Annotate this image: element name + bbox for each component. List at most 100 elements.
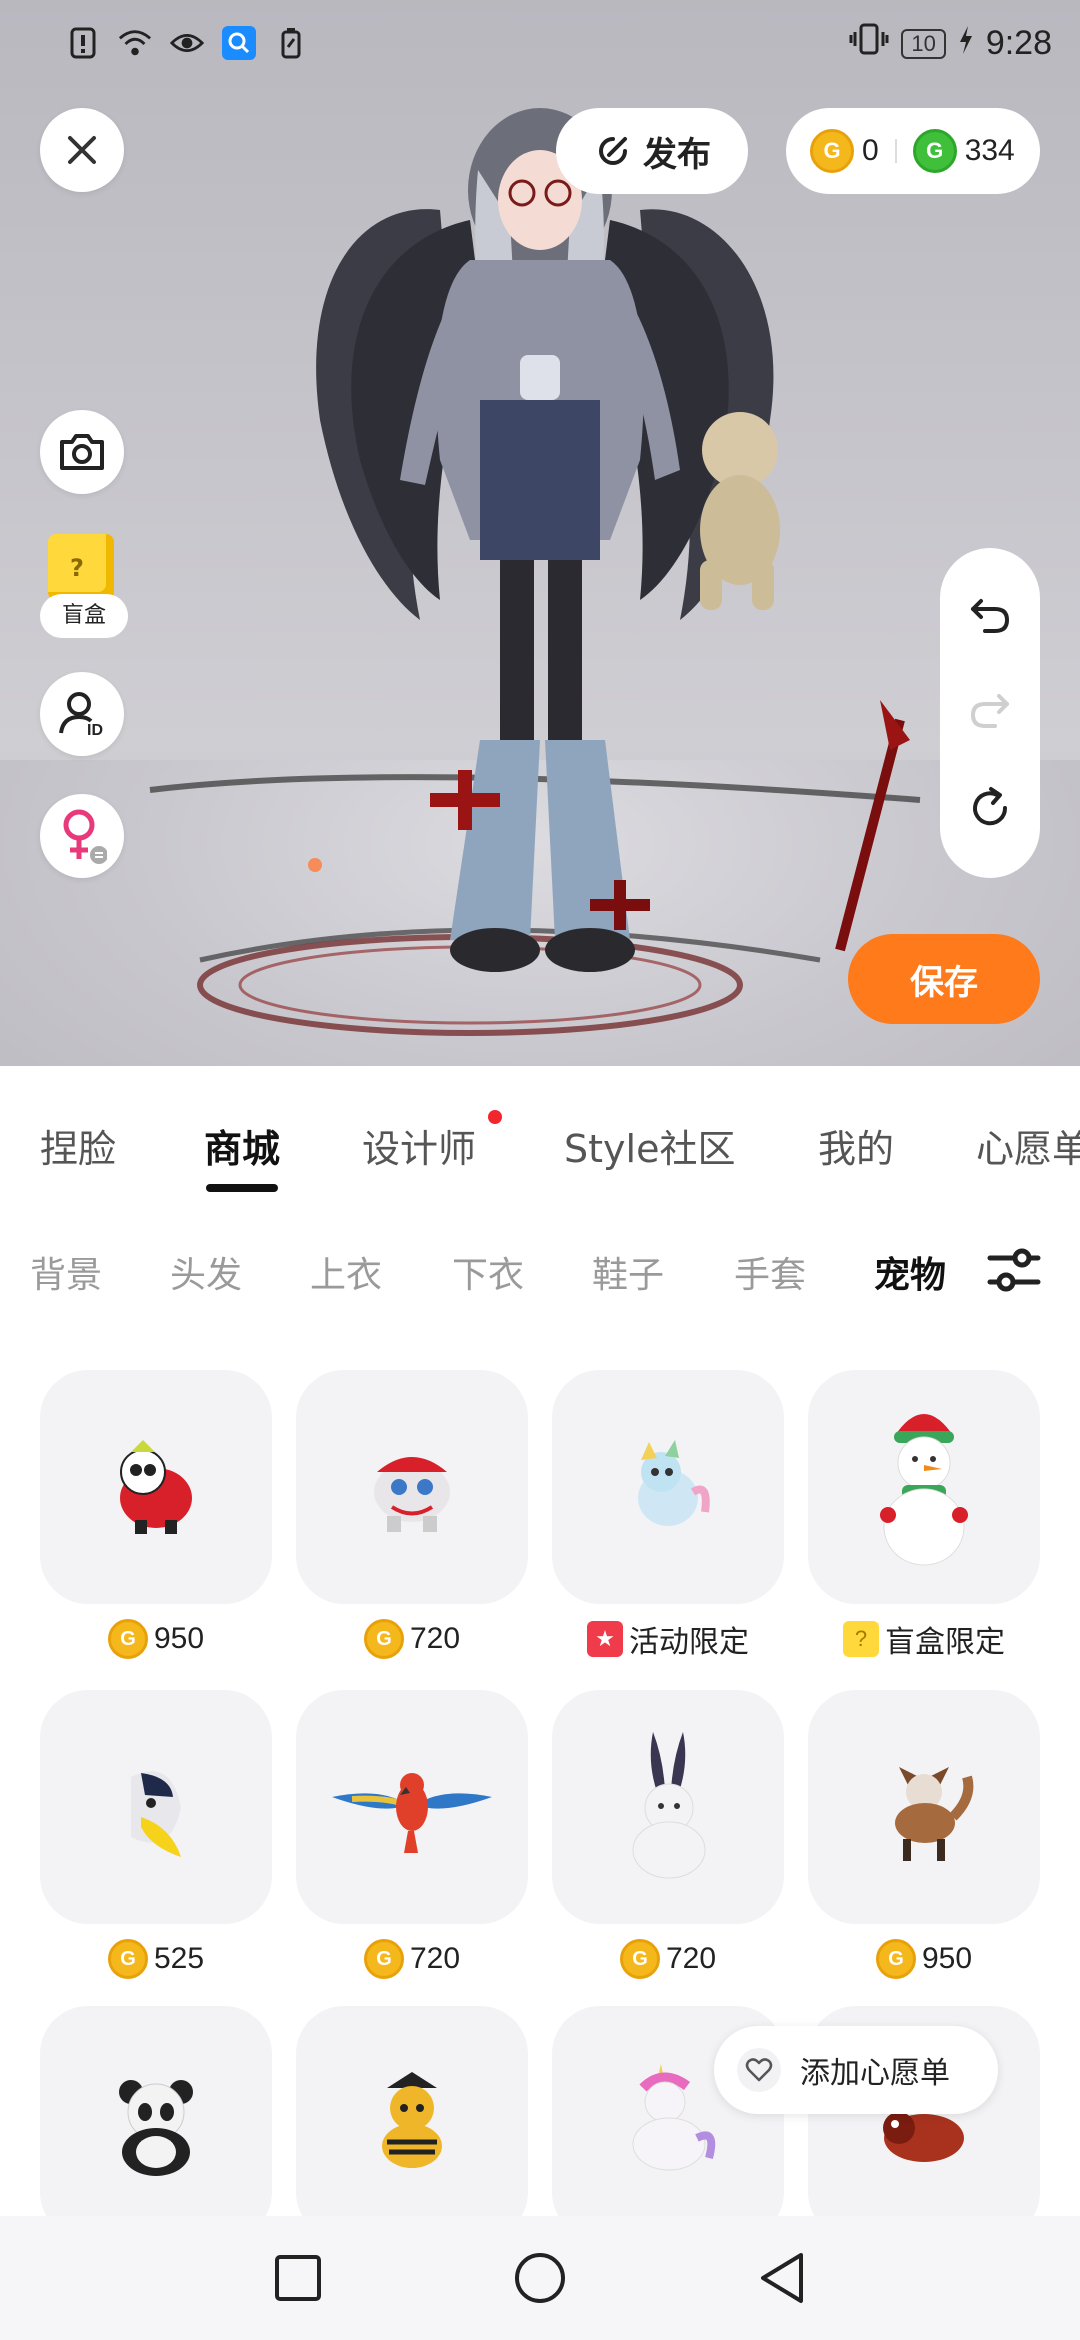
tab-designer[interactable]: 设计师: [362, 1118, 476, 1173]
gold-coin-icon: G: [363, 1619, 404, 1659]
user-id-icon: ID: [59, 692, 103, 739]
gold-coin-count: 0: [862, 134, 879, 167]
tab-wishlist[interactable]: 心愿单: [976, 1118, 1080, 1173]
tab-mine[interactable]: 我的: [818, 1118, 894, 1173]
heart-icon: [737, 2048, 781, 2092]
reset-icon[interactable]: [967, 785, 1013, 831]
list-item[interactable]: G 950: [40, 1370, 272, 1664]
list-item[interactable]: G 950: [808, 1690, 1040, 1984]
camera-button[interactable]: [40, 410, 124, 494]
item-price: G 720: [296, 1934, 528, 1984]
item-price: G 525: [40, 1934, 272, 1984]
tab-face[interactable]: 捏脸: [40, 1118, 116, 1173]
wifi-icon: [118, 26, 152, 60]
unicorn-pet-icon: [632, 2064, 716, 2171]
pet-thumbnail[interactable]: [296, 1690, 528, 1924]
pet-thumbnail[interactable]: [40, 1370, 272, 1604]
list-item[interactable]: G 720: [296, 1690, 528, 1984]
history-controls: [940, 548, 1040, 878]
blindbox-icon: ?: [48, 534, 114, 600]
tab-mall[interactable]: 商城: [204, 1118, 280, 1173]
publish-icon: [599, 137, 627, 165]
item-price: G 720: [552, 1934, 784, 1984]
event-badge-icon: ★: [587, 1621, 623, 1657]
battery-saver-icon: [274, 26, 308, 60]
list-item[interactable]: ? 盲盒限定: [808, 1370, 1040, 1664]
category-pets[interactable]: 宠物: [874, 1246, 946, 1298]
gender-switch-button[interactable]: [40, 794, 124, 878]
list-item[interactable]: [296, 2006, 528, 2216]
price-value: 720: [665, 1942, 717, 1975]
pet-thumbnail[interactable]: [552, 1370, 784, 1604]
vibrate-icon: [849, 22, 889, 65]
pet-thumbnail[interactable]: [40, 1690, 272, 1924]
pet-thumbnail[interactable]: [808, 1370, 1040, 1604]
lion-dance-cat-pet-icon: [374, 1457, 450, 1532]
active-tab-indicator: [206, 1184, 278, 1192]
tab-style-community[interactable]: Style社区: [564, 1118, 735, 1173]
list-item[interactable]: G 720: [552, 1690, 784, 1984]
recent-apps-icon[interactable]: [273, 2253, 323, 2303]
price-value: 950: [921, 1942, 973, 1975]
item-price: ? 盲盒限定: [808, 1614, 1040, 1664]
list-item[interactable]: ★ 活动限定: [552, 1370, 784, 1664]
gold-coin-icon: G: [107, 1619, 148, 1659]
close-icon: [68, 136, 96, 164]
gold-coin-icon: G: [810, 129, 854, 173]
camera-icon: [60, 434, 104, 470]
price-value: 盲盒限定: [885, 1625, 1005, 1660]
redo-icon[interactable]: [967, 690, 1013, 730]
charging-icon: [958, 24, 974, 63]
list-item[interactable]: G 720: [296, 1370, 528, 1664]
filter-button[interactable]: [984, 1240, 1044, 1300]
publish-label: 发布: [643, 134, 711, 175]
female-icon: [63, 809, 107, 864]
category-background[interactable]: 背景: [30, 1246, 102, 1298]
search-app-icon: [222, 26, 256, 60]
avatar-id-button[interactable]: ID: [40, 672, 124, 756]
status-icons-right: 10 9:28: [849, 22, 1052, 65]
category-shoes[interactable]: 鞋子: [592, 1246, 664, 1298]
rabbit-pet-icon: [632, 1732, 706, 1879]
blindbox-label: 盲盒: [40, 594, 128, 638]
category-top[interactable]: 上衣: [310, 1246, 382, 1298]
back-icon[interactable]: [757, 2251, 807, 2305]
add-to-wishlist-button[interactable]: 添加心愿单: [714, 2026, 998, 2114]
filter-icon: [987, 1248, 1041, 1292]
pet-thumbnail[interactable]: [296, 1370, 528, 1604]
pet-thumbnail[interactable]: [808, 1690, 1040, 1924]
divider: [894, 139, 897, 163]
publish-button[interactable]: 发布: [556, 108, 748, 194]
fox-pet-icon: [895, 1767, 974, 1861]
blindbox-button[interactable]: ? 盲盒: [40, 534, 128, 642]
home-icon[interactable]: [513, 2251, 567, 2305]
save-button[interactable]: 保存: [848, 934, 1040, 1024]
alert-icon: [66, 26, 100, 60]
category-hair[interactable]: 头发: [170, 1246, 242, 1298]
category-gloves[interactable]: 手套: [734, 1246, 806, 1298]
currency-balance[interactable]: G 0 G 334: [786, 108, 1040, 194]
list-item[interactable]: G 525: [40, 1690, 272, 1984]
pet-thumbnail[interactable]: [296, 2006, 528, 2216]
pet-thumbnail[interactable]: [552, 1690, 784, 1924]
list-item[interactable]: [40, 2006, 272, 2216]
panda-lion-dance-pet-icon: [120, 1440, 192, 1534]
price-value: 525: [153, 1942, 205, 1975]
pet-thumbnail[interactable]: [40, 2006, 272, 2216]
clock: 9:28: [985, 24, 1052, 62]
status-bar: 10 9:28: [0, 0, 1080, 90]
bee-cat-pet-icon: [382, 2072, 442, 2168]
undo-icon[interactable]: [967, 595, 1013, 635]
pastel-dragon-pet-icon: [638, 1440, 710, 1526]
fish-pet-icon: [131, 1771, 181, 1857]
close-button[interactable]: [40, 108, 124, 192]
item-price: G 720: [296, 1614, 528, 1664]
wishlist-label: 添加心愿单: [800, 2056, 950, 2091]
gold-coin-icon: G: [363, 1939, 404, 1979]
category-bottom[interactable]: 下衣: [452, 1246, 524, 1298]
avatar-scene[interactable]: 10 9:28 发布 G 0 G 334 ? 盲盒 ID 保存: [0, 0, 1080, 1066]
notification-dot: [488, 1110, 502, 1124]
blindbox-badge-icon: ?: [843, 1621, 879, 1657]
eye-icon: [170, 26, 204, 60]
status-icons-left: [66, 26, 308, 60]
